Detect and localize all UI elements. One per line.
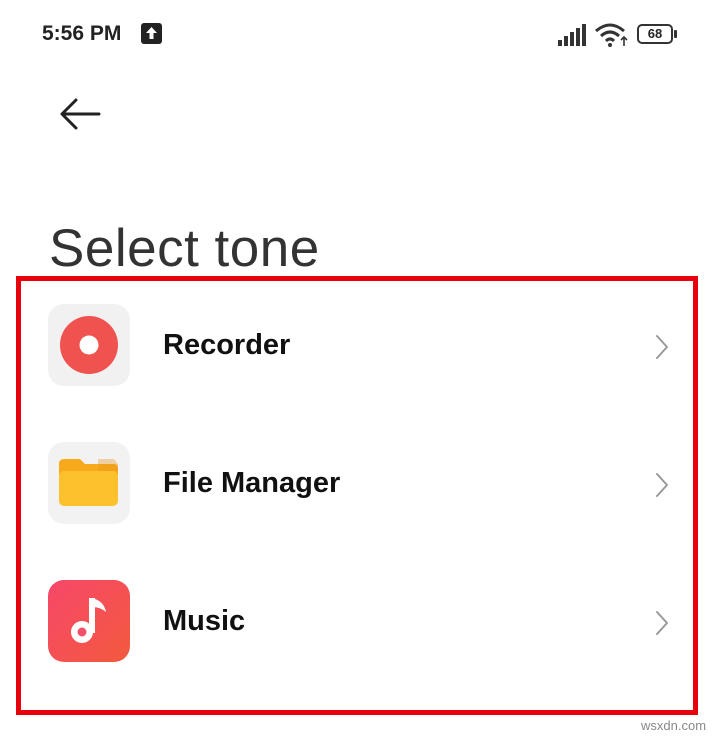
list-item-label: Music bbox=[163, 605, 246, 637]
battery-level: 68 bbox=[647, 26, 663, 41]
back-arrow-icon bbox=[60, 98, 101, 130]
folder-icon bbox=[48, 442, 130, 524]
tone-source-list: Recorder File Manager Music bbox=[21, 281, 693, 695]
wifi-icon bbox=[595, 23, 628, 47]
upload-icon bbox=[141, 23, 162, 44]
page-title: Select tone bbox=[49, 218, 320, 278]
back-button[interactable] bbox=[52, 92, 108, 136]
chevron-right-icon bbox=[656, 335, 668, 359]
list-item-label: File Manager bbox=[163, 467, 341, 499]
chevron-right-icon bbox=[656, 473, 668, 497]
list-item-music[interactable]: Music bbox=[21, 557, 693, 695]
status-bar: 5:56 PM 68 bbox=[0, 0, 719, 70]
chevron-right-icon bbox=[656, 611, 668, 635]
watermark: wsxdn.com bbox=[641, 718, 707, 733]
battery-icon: 68 bbox=[637, 24, 679, 46]
signal-icon bbox=[558, 24, 586, 46]
list-item-recorder[interactable]: Recorder bbox=[21, 281, 693, 419]
music-note-icon bbox=[48, 580, 130, 662]
status-time: 5:56 PM bbox=[42, 22, 122, 45]
recorder-icon bbox=[48, 304, 130, 386]
list-item-file-manager[interactable]: File Manager bbox=[21, 419, 693, 557]
list-item-label: Recorder bbox=[163, 329, 291, 361]
